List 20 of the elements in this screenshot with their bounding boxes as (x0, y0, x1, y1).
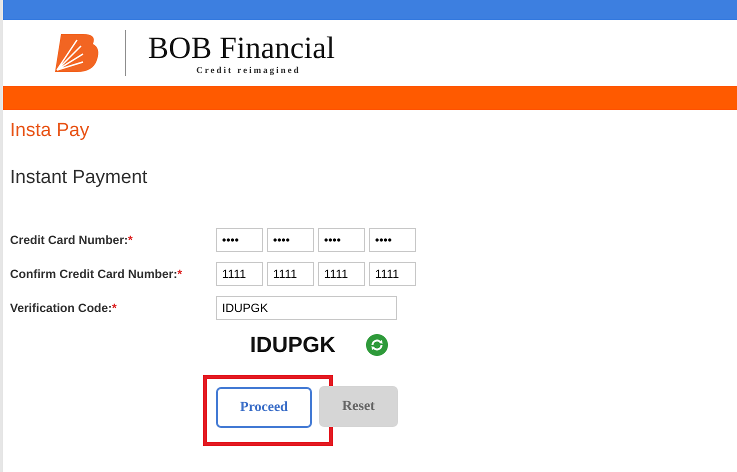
section-title: Insta Pay (10, 120, 90, 143)
verification-code-field[interactable]: IDUPGK (216, 296, 397, 320)
form-title: Instant Payment (10, 167, 148, 189)
brand-tagline: Credit reimagined (195, 65, 301, 75)
card-number-field[interactable]: 1111 (216, 262, 263, 286)
captcha-text: IDUPGK (250, 332, 336, 358)
card-number-field[interactable]: 1111 (267, 262, 314, 286)
card-number-field[interactable]: •••• (216, 228, 263, 252)
card-number-field[interactable]: •••• (267, 228, 314, 252)
refresh-icon[interactable] (366, 334, 388, 356)
reset-button[interactable]: Reset (319, 386, 398, 427)
card-number-field[interactable]: •••• (369, 228, 416, 252)
card-number-field[interactable]: •••• (318, 228, 365, 252)
proceed-button[interactable]: Proceed (216, 387, 312, 428)
card-number-field[interactable]: 1111 (369, 262, 416, 286)
field-label: Verification Code:* (10, 301, 118, 315)
card-number-field[interactable]: 1111 (318, 262, 365, 286)
field-label: Credit Card Number:* (10, 233, 134, 247)
field-label: Confirm Credit Card Number:* (10, 267, 184, 281)
brand-name: BOB Financial (148, 31, 335, 65)
